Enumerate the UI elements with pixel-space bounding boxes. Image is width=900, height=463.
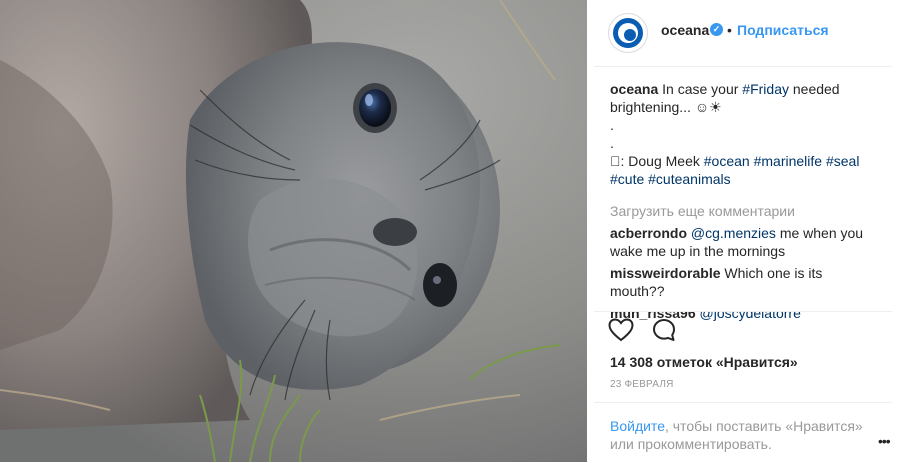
post-date[interactable]: 23 ФЕВРАЛЯ [610,379,674,390]
login-prompt-text: Войдите, чтобы поставить «Нравится» или … [610,417,870,453]
caption-credit: 󰀀: Doug Meek #ocean #marinelife #seal #c… [610,152,880,188]
post-side-panel: oceana ✓ • Подписаться oceana In case yo… [594,0,900,462]
comment-username[interactable]: acberrondo [610,225,687,241]
separator-dot: • [727,22,732,38]
follow-button[interactable]: Подписаться [737,22,829,38]
caption-dot-line-2: . [610,135,614,151]
heart-icon[interactable] [608,318,634,347]
caption-dot-line-1: . [610,117,614,133]
login-prompt: Войдите, чтобы поставить «Нравится» или … [594,402,892,463]
comment-mention[interactable]: @cg.menzies [691,225,776,241]
post-header: oceana ✓ • Подписаться [594,0,892,67]
caption: oceana In case your #Friday needed brigh… [610,80,880,116]
likes-count[interactable]: 14 308 отметок «Нравится» [610,354,798,370]
hashtag-cute[interactable]: #cute [610,171,644,187]
verified-badge-icon: ✓ [710,23,723,36]
comments-list: oceana In case your #Friday needed brigh… [610,80,880,322]
comment-item: missweirdorable Which one is its mouth?? [610,264,880,300]
hashtag-ocean[interactable]: #ocean [704,153,750,169]
comment-item: acberrondo @cg.menzies me when you wake … [610,224,880,260]
credit-text: 󰀀: Doug Meek [610,153,704,169]
caption-username[interactable]: oceana [610,81,658,97]
hashtag-seal[interactable]: #seal [826,153,859,169]
hashtag-friday[interactable]: #Friday [742,81,789,97]
comment-icon[interactable] [652,318,676,347]
post-username[interactable]: oceana [661,22,709,38]
login-link[interactable]: Войдите [610,418,665,434]
avatar[interactable] [608,13,648,53]
comments-divider [594,297,892,312]
oceana-logo-icon [613,18,643,48]
more-options-icon[interactable]: ••• [878,433,891,449]
seal-photo-illustration [0,0,587,462]
comment-username[interactable]: missweirdorable [610,265,721,281]
post-photo[interactable] [0,0,587,462]
post-actions [608,318,690,346]
hashtag-marinelife[interactable]: #marinelife [754,153,822,169]
caption-text-before: In case your [658,81,743,97]
hashtag-cuteanimals[interactable]: #cuteanimals [648,171,731,187]
load-more-comments-link[interactable]: Загрузить еще комментарии [610,202,880,220]
